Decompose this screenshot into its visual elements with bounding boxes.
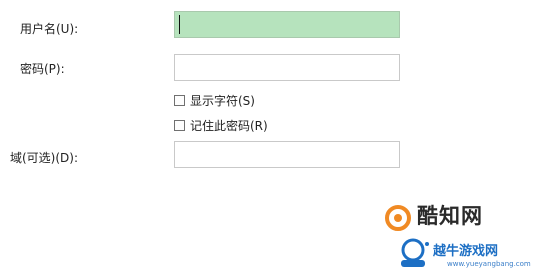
watermark-brand: 酷知网 [417, 204, 483, 228]
password-input[interactable] [174, 54, 400, 81]
username-input[interactable] [174, 11, 400, 38]
password-label: 密码(P): [20, 62, 65, 76]
show-chars-label: 显示字符(S) [190, 93, 255, 108]
watermark-site-name: 越牛游戏网 [433, 244, 499, 259]
show-chars-option[interactable]: 显示字符(S) [174, 92, 255, 108]
username-label: 用户名(U): [20, 22, 79, 36]
remember-password-option[interactable]: 记住此密码(R) [174, 117, 268, 133]
show-chars-checkbox[interactable] [174, 94, 185, 106]
domain-label: 域(可选)(D): [10, 151, 79, 165]
credentials-form: 用户名(U): 密码(P): 显示字符(S) 记住此密码(R) 域(可选)(D)… [0, 0, 542, 275]
remember-password-checkbox[interactable] [174, 119, 185, 131]
domain-input[interactable] [174, 141, 400, 168]
text-caret [179, 15, 180, 34]
watermark: 酷知网 越牛游戏网 www.yueyangbang.com [383, 198, 538, 272]
remember-password-label: 记住此密码(R) [190, 118, 268, 133]
watermark-url: www.yueyangbang.com [447, 260, 531, 268]
